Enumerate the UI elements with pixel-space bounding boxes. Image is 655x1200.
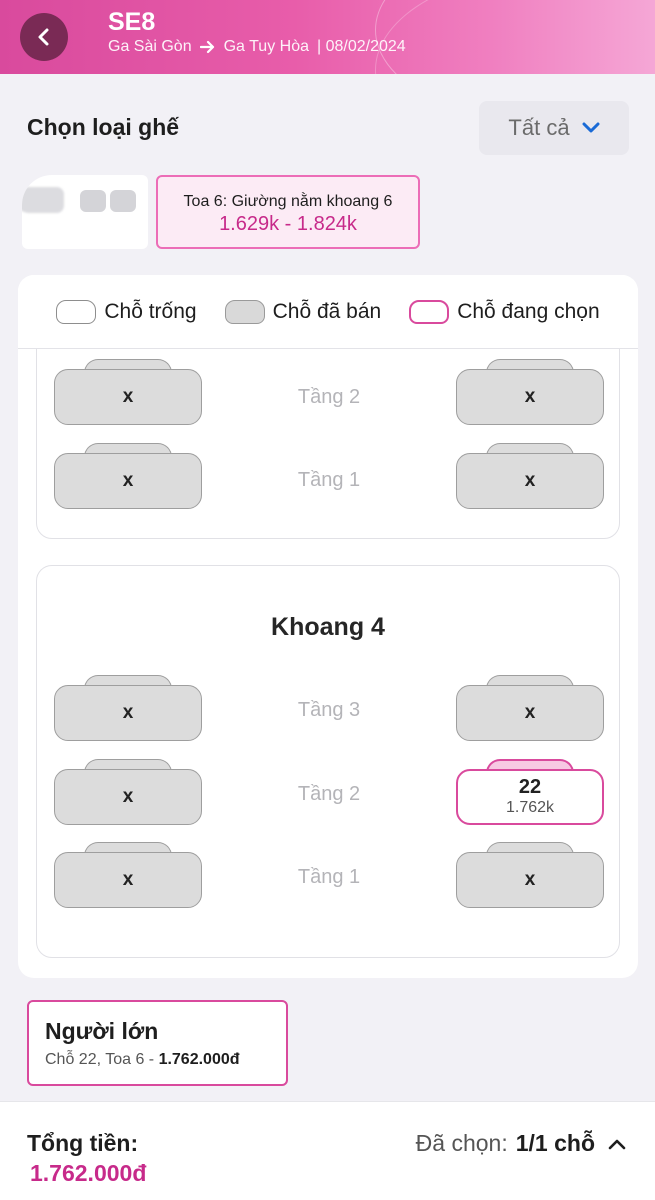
legend-empty: Chỗ trống [56,299,197,324]
seat-filter-dropdown[interactable]: Tất cả [479,101,629,155]
deck-label: Tầng 1 [297,866,361,888]
window-icon [80,190,106,212]
seat-price: 1.762k [505,799,555,816]
window-icon [110,190,136,212]
deck-label: Tầng 2 [297,386,361,408]
chevron-up-icon [608,1139,626,1149]
deck-label: Tầng 3 [297,699,361,721]
seat-sold: x [456,675,604,741]
filter-value: Tất cả [508,115,570,140]
total-label: Tổng tiền: [27,1130,139,1156]
seat-sold: x [456,443,604,509]
locomotive-thumbnail[interactable] [22,175,148,249]
chevron-left-icon [38,28,49,46]
seat-type-title: Chọn loại ghế [27,114,180,140]
seat-sold: x [54,842,202,908]
to-station: Ga Tuy Hòa [223,38,309,55]
deck-label: Tầng 2 [297,783,361,805]
passenger-price: 1.762.000đ [158,1051,240,1068]
legend-selected-label: Chỗ đang chọn [457,299,600,323]
sold-seat-icon [224,299,265,324]
passenger-seat-info: Chỗ 22, Toa 6 - [45,1051,159,1068]
from-station: Ga Sài Gòn [108,38,192,55]
seat-sold: x [456,842,604,908]
seat-sold: x [54,443,202,509]
selected-seat-icon [409,299,450,324]
legend-sold-label: Chỗ đã bán [272,299,382,323]
header: SE8 Ga Sài Gòn Ga Tuy Hòa | 08/02/2024 [0,0,655,74]
passenger-card[interactable]: Người lớn Chỗ 22, Toa 6 - 1.762.000đ [27,1000,288,1086]
seat-22-selected[interactable]: 22 1.762k [456,759,604,825]
compartment-4: Khoang 4 x Tầng 3 x x Tầng 2 22 1.762k x… [36,565,620,958]
route-info: Ga Sài Gòn Ga Tuy Hòa | 08/02/2024 [108,38,406,56]
bottom-summary-bar: Tổng tiền: 1.762.000đ Đã chọn: 1/1 chỗ [0,1101,655,1200]
car-option-selected[interactable]: Toa 6: Giường nằm khoang 6 1.629k - 1.82… [156,175,420,249]
passenger-type: Người lớn [45,1018,159,1044]
legend-empty-label: Chỗ trống [104,299,197,323]
empty-seat-icon [56,299,97,324]
seat-map-panel[interactable]: Chỗ trống Chỗ đã bán Chỗ đang chọn x Tần… [18,275,638,978]
back-button[interactable] [20,13,68,61]
seat-legend-overlay: Chỗ trống Chỗ đã bán Chỗ đang chọn [18,275,638,349]
deck-label: Tầng 1 [297,469,361,491]
compartment-title: Khoang 4 [271,613,385,641]
train-code: SE8 [108,8,156,36]
legend-sold: Chỗ đã bán [224,299,382,324]
total-value: 1.762.000đ [30,1160,147,1186]
car-name: Toa 6: Giường nằm khoang 6 [183,193,393,210]
header-decoration [375,0,655,74]
passenger-detail: Chỗ 22, Toa 6 - 1.762.000đ [45,1051,286,1069]
seat-sold: x [54,759,202,825]
selected-label: Đã chọn: [415,1130,508,1156]
seat-sold: x [54,675,202,741]
seat-sold: x [456,359,604,425]
seat-sold: x [54,359,202,425]
legend-selected: Chỗ đang chọn [409,299,600,324]
car-price-range: 1.629k - 1.824k [219,213,357,235]
selected-summary-toggle[interactable]: Đã chọn: 1/1 chỗ [416,1130,627,1157]
arrow-right-icon [199,40,214,54]
chevron-down-icon [582,122,600,133]
travel-date: | 08/02/2024 [316,38,406,55]
seat-number: 22 [518,776,542,798]
locomotive-nose [22,187,64,213]
selected-count: 1/1 chỗ [515,1130,595,1156]
